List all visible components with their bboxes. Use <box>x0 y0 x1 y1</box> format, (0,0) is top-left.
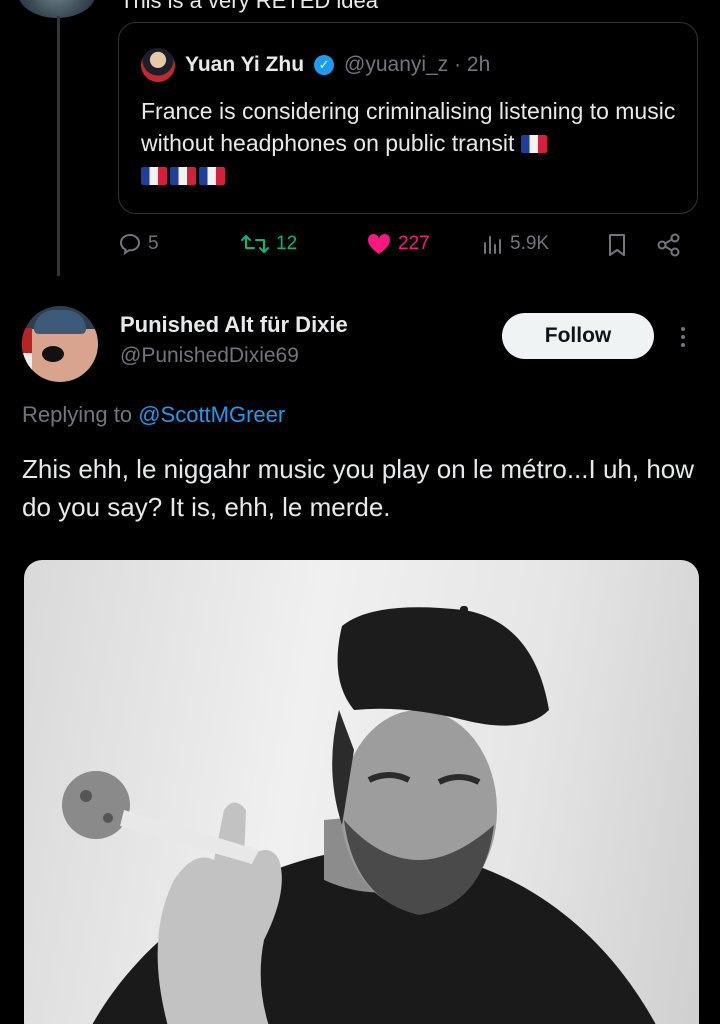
reply-count: 5 <box>148 233 159 254</box>
avatar-cap-detail <box>34 310 86 334</box>
quoted-tweet-body: France is considering criminalising list… <box>141 98 676 156</box>
verified-badge-icon: ✓ <box>314 55 335 75</box>
retweet-icon <box>241 235 269 253</box>
france-flag-icon <box>141 167 167 185</box>
like-button[interactable]: 227 <box>366 232 430 256</box>
previous-tweet-text: This is a very RETED idea <box>120 0 378 13</box>
avatar-flag-detail <box>22 328 32 378</box>
bookmark-icon <box>609 234 625 256</box>
more-options-icon[interactable] <box>676 320 690 354</box>
photo-illustration <box>62 606 656 1024</box>
views-chart-icon <box>484 236 501 254</box>
follow-button[interactable]: Follow <box>502 313 654 359</box>
views-button[interactable]: 5.9K <box>482 232 549 256</box>
like-count: 227 <box>398 233 430 254</box>
tweet-thread-page: This is a very RETED idea Yuan Yi Zhu ✓ … <box>0 0 720 1024</box>
france-flag-icon <box>170 167 196 185</box>
retweet-count: 12 <box>276 233 298 254</box>
france-flag-icon <box>520 135 547 153</box>
share-button[interactable] <box>656 232 682 258</box>
reply-tweet-text: Zhis ehh, le niggahr music you play on l… <box>22 454 695 522</box>
quoted-author-avatar[interactable] <box>141 48 175 82</box>
views-count: 5.9K <box>510 233 550 254</box>
retweet-button[interactable]: 12 <box>240 232 297 256</box>
replying-to-mention-link[interactable]: @ScottMGreer <box>138 402 285 427</box>
reply-author-name[interactable]: Punished Alt für Dixie <box>120 312 348 338</box>
tweet-action-bar: 5 12 227 5.9K <box>118 232 688 264</box>
reply-button[interactable]: 5 <box>118 232 159 256</box>
replying-to-label: Replying to <box>22 402 133 427</box>
bookmark-button[interactable] <box>606 232 628 258</box>
share-icon <box>657 233 680 257</box>
attached-photo[interactable] <box>24 560 699 1024</box>
heart-icon <box>367 233 391 254</box>
avatar-eyepatch-detail <box>42 346 64 362</box>
quoted-tweet-header: Yuan Yi Zhu ✓ @yuanyi_z · 2h <box>141 48 490 82</box>
replying-to-line: Replying to @ScottMGreer <box>22 402 285 428</box>
quoted-tweet-text: France is considering criminalising list… <box>141 95 681 191</box>
quoted-author-name[interactable]: Yuan Yi Zhu <box>185 53 304 77</box>
france-flag-icon <box>199 167 225 185</box>
reply-icon <box>119 233 141 256</box>
quoted-tweet-card[interactable]: Yuan Yi Zhu ✓ @yuanyi_z · 2h France is c… <box>118 22 698 214</box>
thread-connector-line <box>57 16 60 276</box>
quoted-author-handle-time: @yuanyi_z · 2h <box>344 53 491 76</box>
reply-author-avatar[interactable] <box>22 306 98 382</box>
reply-author-handle[interactable]: @PunishedDixie69 <box>120 344 299 368</box>
